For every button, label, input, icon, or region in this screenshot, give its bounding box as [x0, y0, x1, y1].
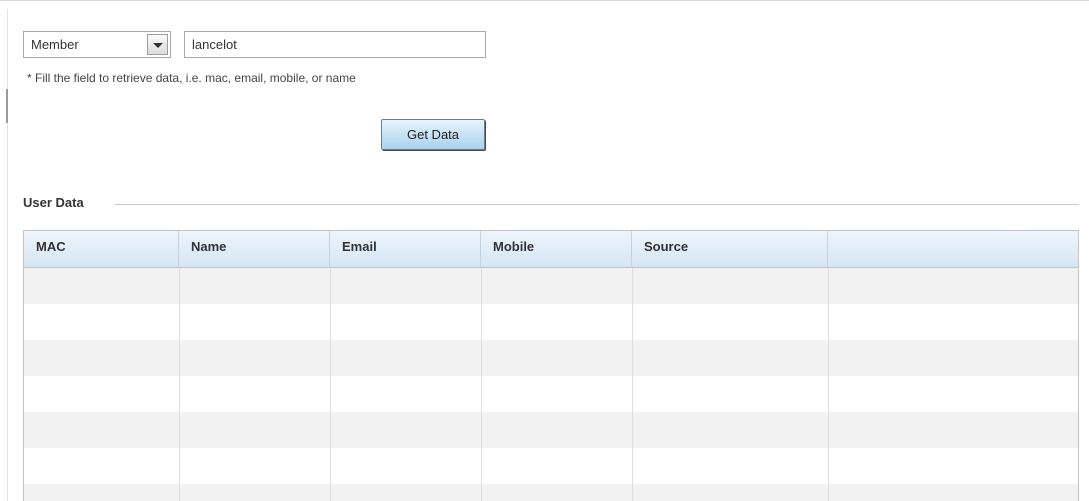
search-hint: * Fill the field to retrieve data, i.e. …: [27, 71, 356, 85]
table-header: MAC Name Email Mobile Source: [24, 231, 1078, 268]
table-row[interactable]: [24, 268, 1078, 304]
column-divider: [330, 268, 331, 501]
column-header-source[interactable]: Source: [632, 231, 828, 267]
table-row[interactable]: [24, 484, 1078, 501]
column-header-email[interactable]: Email: [330, 231, 481, 267]
column-divider: [481, 268, 482, 501]
search-input[interactable]: [184, 31, 486, 58]
chevron-down-icon: [153, 43, 163, 48]
column-header-mobile[interactable]: Mobile: [481, 231, 632, 267]
panel-resize-handle[interactable]: [6, 89, 8, 123]
column-divider: [632, 268, 633, 501]
user-lookup-panel: Member * Fill the field to retrieve data…: [0, 0, 1089, 501]
lookup-type-select[interactable]: Member: [23, 31, 171, 58]
dropdown-arrow-button[interactable]: [147, 34, 168, 55]
table-row[interactable]: [24, 448, 1078, 484]
left-border: [7, 9, 8, 501]
table-row[interactable]: [24, 340, 1078, 376]
lookup-type-value: Member: [31, 37, 79, 52]
user-data-table: MAC Name Email Mobile Source: [23, 230, 1079, 501]
section-title: User Data: [23, 195, 84, 210]
column-header-name[interactable]: Name: [179, 231, 330, 267]
column-divider: [828, 268, 829, 501]
section-divider: [115, 204, 1079, 205]
column-divider: [179, 268, 180, 501]
table-row[interactable]: [24, 412, 1078, 448]
get-data-button[interactable]: Get Data: [381, 119, 485, 150]
table-row[interactable]: [24, 376, 1078, 412]
column-header-mac[interactable]: MAC: [24, 231, 179, 267]
column-header-extra[interactable]: [828, 231, 1078, 267]
table-row[interactable]: [24, 304, 1078, 340]
